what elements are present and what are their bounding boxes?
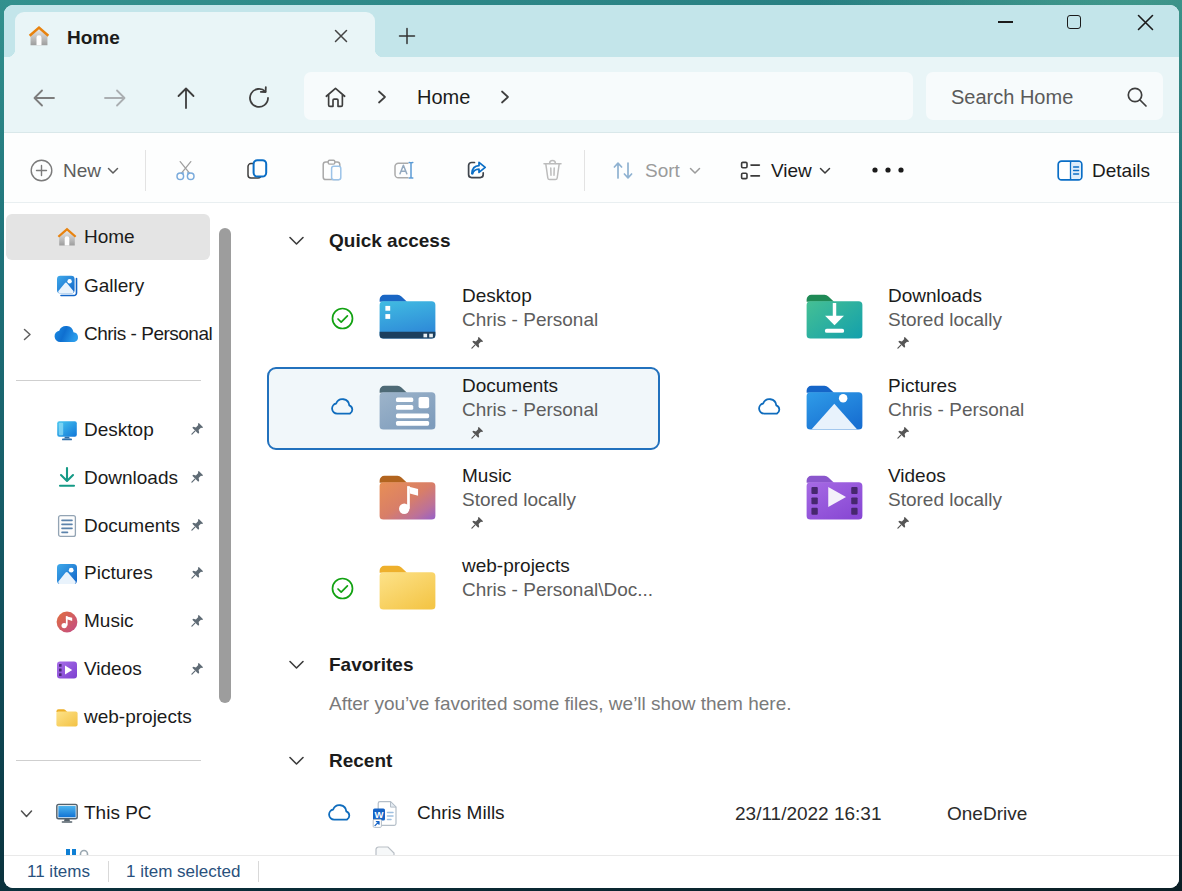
svg-text:W: W — [375, 809, 384, 820]
